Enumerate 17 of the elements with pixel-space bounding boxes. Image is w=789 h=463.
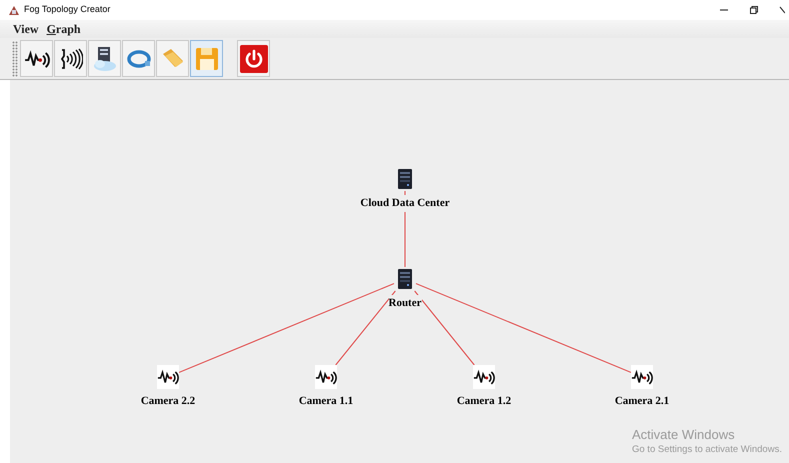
node-label: Cloud Data Center — [360, 195, 450, 212]
activation-notice-title: Activate Windows — [632, 427, 736, 443]
menu-item[interactable]: View — [13, 20, 39, 38]
toolbar-grip[interactable] — [12, 40, 18, 76]
server-icon — [396, 168, 414, 190]
server-icon — [396, 268, 414, 290]
menu-item[interactable]: Graph — [46, 20, 81, 38]
window-title: Fog Topology Creator — [24, 3, 110, 16]
emitter-wave-icon — [58, 46, 82, 70]
cloud-server-icon — [92, 46, 118, 72]
toolbar-button[interactable] — [88, 40, 121, 77]
activation-notice-text: Go to Settings to activate Windows. — [632, 443, 782, 457]
toolbar-button[interactable] — [54, 40, 87, 77]
power-icon — [240, 44, 268, 72]
toolbar-button[interactable] — [20, 40, 53, 77]
app-icon — [8, 4, 20, 16]
restore-icon[interactable] — [749, 5, 759, 15]
